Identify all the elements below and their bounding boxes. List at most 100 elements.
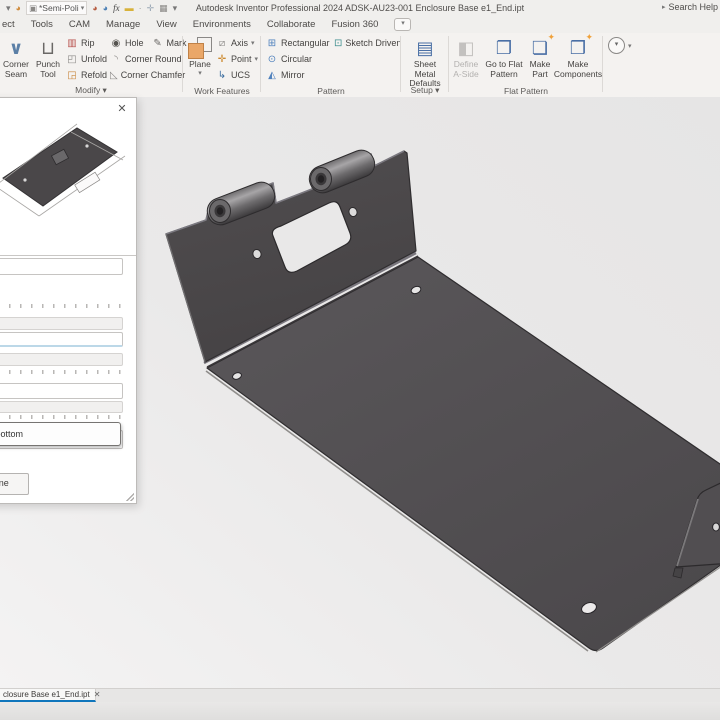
flange-tab [672, 567, 684, 579]
tab-view[interactable]: View [156, 19, 176, 30]
axis-button[interactable]: ⧄ Axis ▾ [216, 35, 258, 51]
define-a-side-label: Define A-Side [453, 59, 479, 79]
make-part-button[interactable]: ❏ ✦ Make Part [526, 32, 556, 79]
tab-environments[interactable]: Environments [193, 19, 251, 30]
preview-thumbnail [0, 123, 126, 217]
corner-seam-button[interactable]: ∨ Corner Seam [0, 35, 32, 79]
plane-label: Plane [189, 59, 211, 69]
status-bar [0, 702, 720, 720]
corner-round-icon: ◝ [114, 53, 118, 65]
rectangular-pattern-button[interactable]: ⊞ Rectangular [266, 35, 334, 51]
setup-group-label[interactable]: Setup ▾ [402, 85, 448, 96]
point-button[interactable]: ✛ Point ▾ [216, 51, 258, 67]
measure-swatch-icon[interactable]: ▬ [125, 3, 134, 13]
panel-slider-ticks-2[interactable] [0, 370, 123, 374]
refold-button[interactable]: ◲ Refold [66, 67, 110, 83]
ribbon-group-pattern: ⊞ Rectangular ⊙ Circular ◭ Mirror ⊡ Sket… [263, 33, 402, 97]
ucs-button[interactable]: ↳ UCS [216, 67, 258, 83]
plane-icon [188, 37, 212, 59]
refold-label: Refold [81, 70, 108, 80]
document-tab[interactable]: closure Base e1_End.ipt ✕ [0, 689, 100, 702]
panel-field-5[interactable] [0, 383, 123, 399]
make-components-button[interactable]: ❒ ✦ Make Components [554, 32, 602, 79]
go-to-flat-pattern-icon: ❐ [495, 37, 513, 58]
done-button[interactable]: Done [0, 473, 29, 495]
document-tab-bar: closure Base e1_End.ipt ✕ [0, 688, 720, 703]
document-tab-label: closure Base e1_End.ipt [3, 690, 90, 699]
define-a-side-icon: ◧ [457, 37, 475, 58]
ribbon-display-toggle[interactable]: ▾ [394, 18, 412, 31]
hole-button[interactable]: ◉ Hole [110, 38, 144, 49]
ribbon-group-flat-pattern: ◧ Define A-Side ❐ Go to Flat Pattern ❏ ✦… [450, 32, 602, 97]
panel-separator [0, 255, 136, 256]
plane-button[interactable]: Plane ▾ [184, 35, 216, 77]
panel-tooltip: p to bottom [0, 422, 121, 446]
search-help[interactable]: ▸ Search Help [662, 2, 718, 12]
material-wheel-icon[interactable]: ◕ [92, 3, 97, 13]
ribbon-overflow-button[interactable]: ▾ [608, 37, 625, 54]
punch-tool-button[interactable]: ⊔ Punch Tool [32, 35, 64, 79]
panel-field-4[interactable] [0, 353, 123, 366]
refold-icon: ◲ [67, 69, 77, 81]
mirror-button[interactable]: ◭ Mirror [266, 67, 334, 83]
punch-tool-label: Punch Tool [35, 59, 61, 79]
ribbon-group-work-features: Plane ▾ ⧄ Axis ▾ ✛ Point ▾ ↳ UCS Work Fe… [184, 33, 260, 97]
sketch-driven-label: Sketch Driven [345, 38, 402, 48]
grid-settings-icon[interactable]: ▦ [159, 3, 168, 13]
rectangular-pattern-label: Rectangular [281, 38, 330, 48]
axis-caret-icon: ▾ [251, 40, 255, 47]
unfold-label: Unfold [81, 54, 108, 64]
make-components-icon: ❒ [569, 37, 587, 58]
tab-inspect-partial[interactable]: ect [2, 19, 15, 30]
tab-fusion-360[interactable]: Fusion 360 [331, 19, 378, 30]
mark-icon: ✎ [153, 37, 162, 49]
new-star-icon: ✦ [547, 32, 556, 42]
panel-field-3[interactable] [0, 332, 123, 347]
panel-field-1[interactable] [0, 258, 123, 275]
appearance-adjust-icon[interactable]: ◕ [103, 3, 108, 13]
qat-overflow-caret-icon[interactable]: ▾ [173, 3, 178, 13]
panel-field-6[interactable] [0, 401, 123, 413]
sheet-metal-defaults-icon: ▤ [416, 37, 434, 58]
parameters-fx-icon[interactable]: fx [113, 3, 120, 13]
chevron-down-icon: ▾ [80, 5, 85, 12]
panel-field-2[interactable] [0, 317, 123, 330]
ribbon-overflow-caret-icon[interactable]: ▾ [628, 42, 632, 50]
rip-label: Rip [81, 38, 95, 48]
sketch-driven-icon: ⊡ [334, 37, 343, 49]
sheet-metal-defaults-button[interactable]: ▤ Sheet Metal Defaults [403, 35, 447, 89]
appearance-dropdown[interactable]: ▣ *Semi-Poli ▾ [25, 1, 88, 15]
plane-caret-icon: ▾ [198, 69, 202, 77]
circular-pattern-label: Circular [281, 54, 313, 64]
define-a-side-button[interactable]: ◧ Define A-Side [450, 35, 482, 79]
tab-collaborate[interactable]: Collaborate [267, 19, 316, 30]
go-to-flat-pattern-label: Go to Flat Pattern [485, 59, 523, 79]
appearance-wheel-icon[interactable]: ◕ [16, 3, 21, 13]
circular-pattern-button[interactable]: ⊙ Circular [266, 51, 334, 67]
sketch-driven-button[interactable]: ⊡ Sketch Driven [334, 35, 402, 51]
point-icon: ✛ [217, 53, 227, 65]
panel-slider-ticks-1[interactable] [0, 304, 123, 308]
tab-manage[interactable]: Manage [106, 19, 140, 30]
document-tab-close-icon[interactable]: ✕ [94, 690, 101, 699]
panel-close-button[interactable]: ✕ [114, 102, 130, 117]
corner-chamfer-label: Corner Chamfer [120, 70, 186, 80]
corner-round-button[interactable]: ◝ Corner Round [110, 51, 182, 67]
unfold-button[interactable]: ◰ Unfold [66, 51, 110, 67]
corner-chamfer-button[interactable]: ◺ Corner Chamfer [110, 67, 185, 83]
panel-slider-ticks-3[interactable] [0, 415, 123, 419]
ribbon-tab-bar: ect Tools CAM Manage View Environments C… [0, 16, 720, 34]
flange-hole[interactable] [712, 522, 720, 532]
pattern-group-label: Pattern [317, 86, 345, 96]
qat-dropdown-caret-icon[interactable]: ▾ [6, 3, 11, 13]
tab-cam[interactable]: CAM [69, 19, 90, 30]
make-part-label: Make Part [529, 59, 551, 79]
caret-right-icon: ▸ [661, 4, 666, 11]
go-to-flat-pattern-button[interactable]: ❐ Go to Flat Pattern [482, 35, 526, 79]
panel-resize-grip[interactable] [126, 493, 134, 501]
modify-group-label[interactable]: Modify ▾ [0, 85, 182, 96]
tab-tools[interactable]: Tools [31, 19, 53, 30]
free-move-icon[interactable]: ✛ [147, 3, 155, 13]
rip-button[interactable]: ▥ Rip [66, 35, 110, 51]
ribbon-group-setup: ▤ Sheet Metal Defaults Setup ▾ [402, 33, 448, 97]
